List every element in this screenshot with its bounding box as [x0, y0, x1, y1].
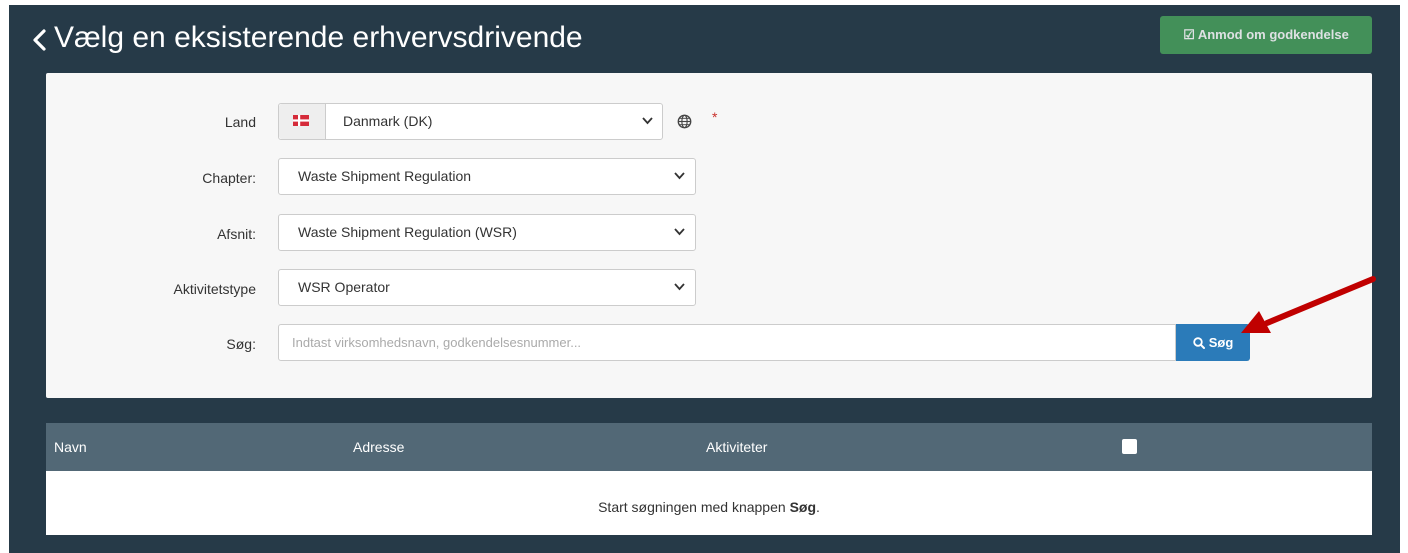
column-header-address[interactable]: Adresse	[353, 423, 404, 471]
chevron-down-icon	[674, 228, 685, 236]
search-button-label: Søg	[1208, 335, 1234, 350]
activity-type-value: WSR Operator	[298, 279, 390, 295]
search-button[interactable]: Søg	[1176, 324, 1250, 361]
activity-type-select[interactable]: WSR Operator	[278, 269, 696, 306]
page-title: Vælg en eksisterende erhvervsdrivende	[54, 21, 583, 54]
empty-results-message: Start søgningen med knappen Søg.	[46, 471, 1372, 543]
request-approval-button[interactable]: ☑ Anmod om godkendelse	[1160, 16, 1372, 54]
app-frame: Vælg en eksisterende erhvervsdrivende ☑ A…	[9, 5, 1400, 553]
search-icon	[1193, 337, 1205, 349]
chevron-down-icon	[642, 117, 653, 125]
country-value: Danmark (DK)	[343, 113, 433, 129]
empty-message-button-ref: Søg	[789, 499, 817, 515]
back-chevron-icon[interactable]	[29, 27, 51, 53]
column-header-activities[interactable]: Aktiviteter	[706, 423, 767, 471]
results-table-header: Navn Adresse Aktiviteter	[46, 423, 1372, 471]
chapter-select[interactable]: Waste Shipment Regulation	[278, 158, 696, 195]
checkbox-icon: ☑	[1183, 27, 1195, 42]
empty-message-end: .	[816, 499, 820, 515]
request-approval-label: Anmod om godkendelse	[1197, 27, 1349, 42]
chevron-down-icon	[674, 283, 685, 291]
activity-type-label: Aktivitetstype	[173, 281, 256, 297]
search-label: Søg:	[226, 336, 256, 352]
search-form-panel: Land Danmark (DK) * Chapter: Waste Shipm…	[46, 73, 1372, 398]
country-select[interactable]: Danmark (DK)	[278, 103, 663, 140]
search-placeholder: Indtast virksomhedsnavn, godkendelsesnum…	[292, 335, 582, 350]
section-value: Waste Shipment Regulation (WSR)	[298, 224, 517, 240]
chevron-down-icon	[674, 172, 685, 180]
chapter-value: Waste Shipment Regulation	[298, 168, 472, 184]
column-header-name[interactable]: Navn	[54, 423, 87, 471]
results-table-body: Start søgningen med knappen Søg.	[46, 471, 1372, 535]
flag-dk-icon	[279, 104, 326, 139]
empty-message-text: Start søgningen med knappen	[598, 499, 790, 515]
section-label: Afsnit:	[217, 226, 256, 242]
chapter-label: Chapter:	[202, 170, 256, 186]
section-select[interactable]: Waste Shipment Regulation (WSR)	[278, 214, 696, 251]
search-input[interactable]: Indtast virksomhedsnavn, godkendelsesnum…	[278, 324, 1176, 361]
select-all-checkbox[interactable]	[1122, 439, 1137, 454]
required-mark: *	[712, 109, 718, 125]
globe-icon[interactable]	[677, 114, 692, 129]
country-label: Land	[224, 114, 256, 130]
